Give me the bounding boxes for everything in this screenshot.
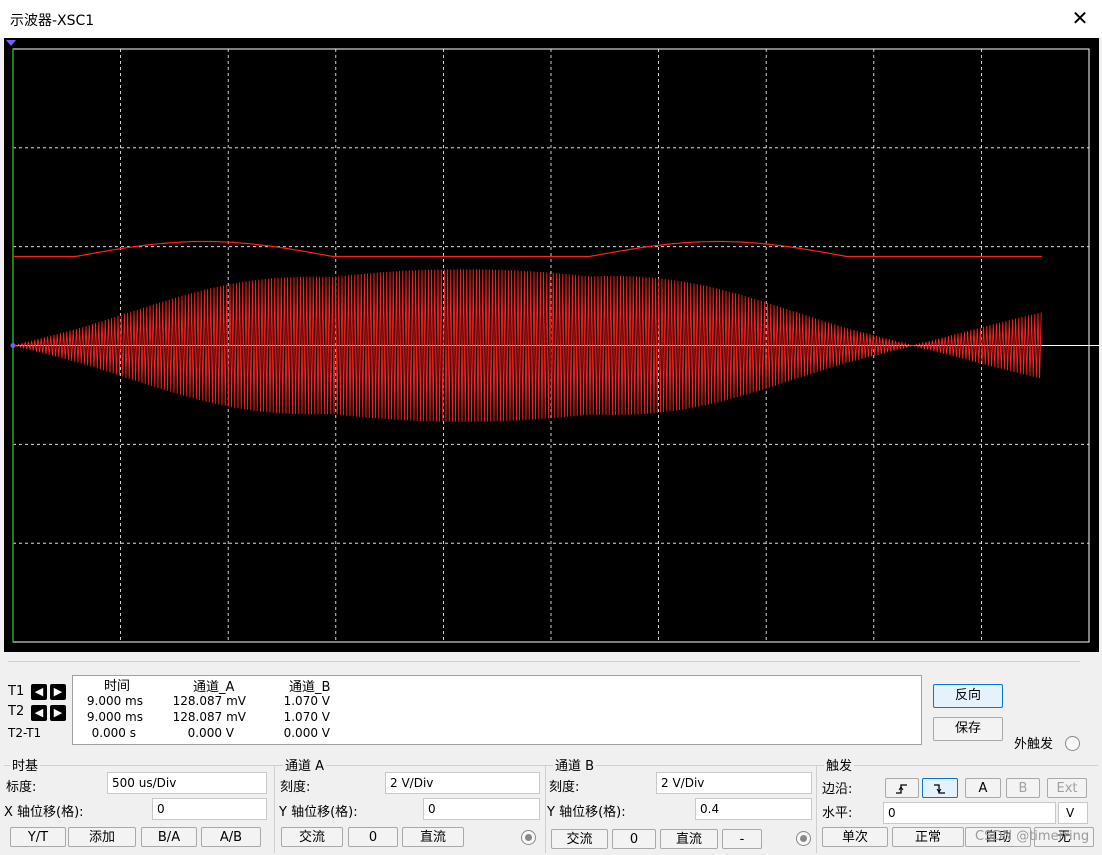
channel-a-envelope-trace xyxy=(14,240,1042,258)
timebase-title: 时基 xyxy=(10,755,41,774)
ba-button[interactable]: B/A xyxy=(141,827,197,847)
t1-time: 9.000 ms xyxy=(86,694,143,708)
channel-a-radio[interactable] xyxy=(521,830,536,845)
t2-label: T2 xyxy=(8,704,25,719)
window-title: 示波器-XSC1 xyxy=(10,13,95,29)
channel-a-header: 通道_A xyxy=(193,680,235,695)
t1-left-arrow-icon[interactable]: ◀ xyxy=(31,684,47,700)
t2-t1-time: 0.000 s xyxy=(91,726,136,740)
t2-t1-channel-b: 0.000 V xyxy=(283,726,330,740)
channel-a-scale-label: 刻度: xyxy=(280,780,311,795)
channel-b-dc-button[interactable]: 直流 xyxy=(660,829,718,849)
t2-channel-b: 1.070 V xyxy=(283,710,330,724)
timebase-scale-field[interactable]: 500 us/Div xyxy=(107,772,267,794)
t2-t1-label: T2-T1 xyxy=(8,726,42,740)
watermark: CSDN @timerring xyxy=(975,829,1090,844)
channel-a-ac-button[interactable]: 交流 xyxy=(281,827,343,847)
t1-channel-a: 128.087 mV xyxy=(172,694,246,708)
trigger-level-field[interactable]: 0 xyxy=(883,802,1056,824)
channel-b-scale-field[interactable]: 2 V/Div xyxy=(656,772,812,794)
divider xyxy=(545,765,546,853)
add-button[interactable]: 添加 xyxy=(68,827,136,847)
trigger-level-label: 水平: xyxy=(822,806,853,821)
channel-a-zero-button[interactable]: 0 xyxy=(348,827,398,847)
channel-a-ypos-label: Y 轴位移(格): xyxy=(279,805,358,820)
divider xyxy=(816,765,817,853)
channel-b-ac-button[interactable]: 交流 xyxy=(551,829,608,849)
t2-left-arrow-icon[interactable]: ◀ xyxy=(31,705,47,721)
t2-t1-channel-a: 0.000 V xyxy=(187,726,234,740)
divider xyxy=(274,765,275,853)
channel-a-scale-field[interactable]: 2 V/Div xyxy=(385,772,540,794)
channel-a-dc-button[interactable]: 直流 xyxy=(402,827,464,847)
channel-b-minus-button[interactable]: - xyxy=(722,829,762,849)
falling-edge-icon[interactable] xyxy=(922,778,958,798)
time-header: 时间 xyxy=(104,679,131,694)
yt-button[interactable]: Y/T xyxy=(10,827,66,847)
close-icon[interactable]: ✕ xyxy=(1068,6,1092,30)
channel-b-ypos-field[interactable]: 0.4 xyxy=(695,798,812,820)
ab-button[interactable]: A/B xyxy=(201,827,261,847)
save-button[interactable]: 保存 xyxy=(933,717,1003,741)
divider xyxy=(8,661,1080,662)
reverse-button[interactable]: 反向 xyxy=(933,684,1003,708)
t1-label: T1 xyxy=(8,684,25,699)
ext-trigger-radio[interactable] xyxy=(1065,736,1080,751)
channel-b-title: 通道 B xyxy=(553,755,597,774)
single-button[interactable]: 单次 xyxy=(822,827,888,847)
divider xyxy=(4,765,1098,766)
channel-a-ypos-field[interactable]: 0 xyxy=(423,798,540,820)
channel-b-radio[interactable] xyxy=(796,831,811,846)
channel-a-title: 通道 A xyxy=(283,755,327,774)
x-position-field[interactable]: 0 xyxy=(152,798,267,820)
waveform-display xyxy=(6,40,1099,643)
trigger-level-unit[interactable]: V xyxy=(1058,802,1088,824)
t1-channel-b: 1.070 V xyxy=(283,694,330,708)
t2-channel-a: 128.087 mV xyxy=(172,710,246,724)
oscilloscope-screen[interactable] xyxy=(4,38,1099,652)
t2-time: 9.000 ms xyxy=(86,710,143,724)
trigger-source-b-button[interactable]: B xyxy=(1006,778,1040,798)
normal-button[interactable]: 正常 xyxy=(892,827,964,847)
ext-trigger-label: 外触发 xyxy=(1014,737,1054,752)
trigger-source-a-button[interactable]: A xyxy=(965,778,1001,798)
title-bar xyxy=(0,0,1102,38)
trigger-marker-icon xyxy=(6,40,16,46)
trigger-title: 触发 xyxy=(824,755,855,774)
trigger-source-ext-button[interactable]: Ext xyxy=(1047,778,1087,798)
channel-b-ypos-label: Y 轴位移(格): xyxy=(547,805,626,820)
trigger-edge-label: 边沿: xyxy=(822,782,853,797)
channel-b-zero-button[interactable]: 0 xyxy=(612,829,656,849)
timebase-scale-label: 标度: xyxy=(6,780,37,795)
x-position-label: X 轴位移(格): xyxy=(4,805,84,820)
rising-edge-icon[interactable] xyxy=(885,778,919,798)
channel-b-header: 通道_B xyxy=(289,680,331,695)
channel-b-scale-label: 刻度: xyxy=(549,780,580,795)
